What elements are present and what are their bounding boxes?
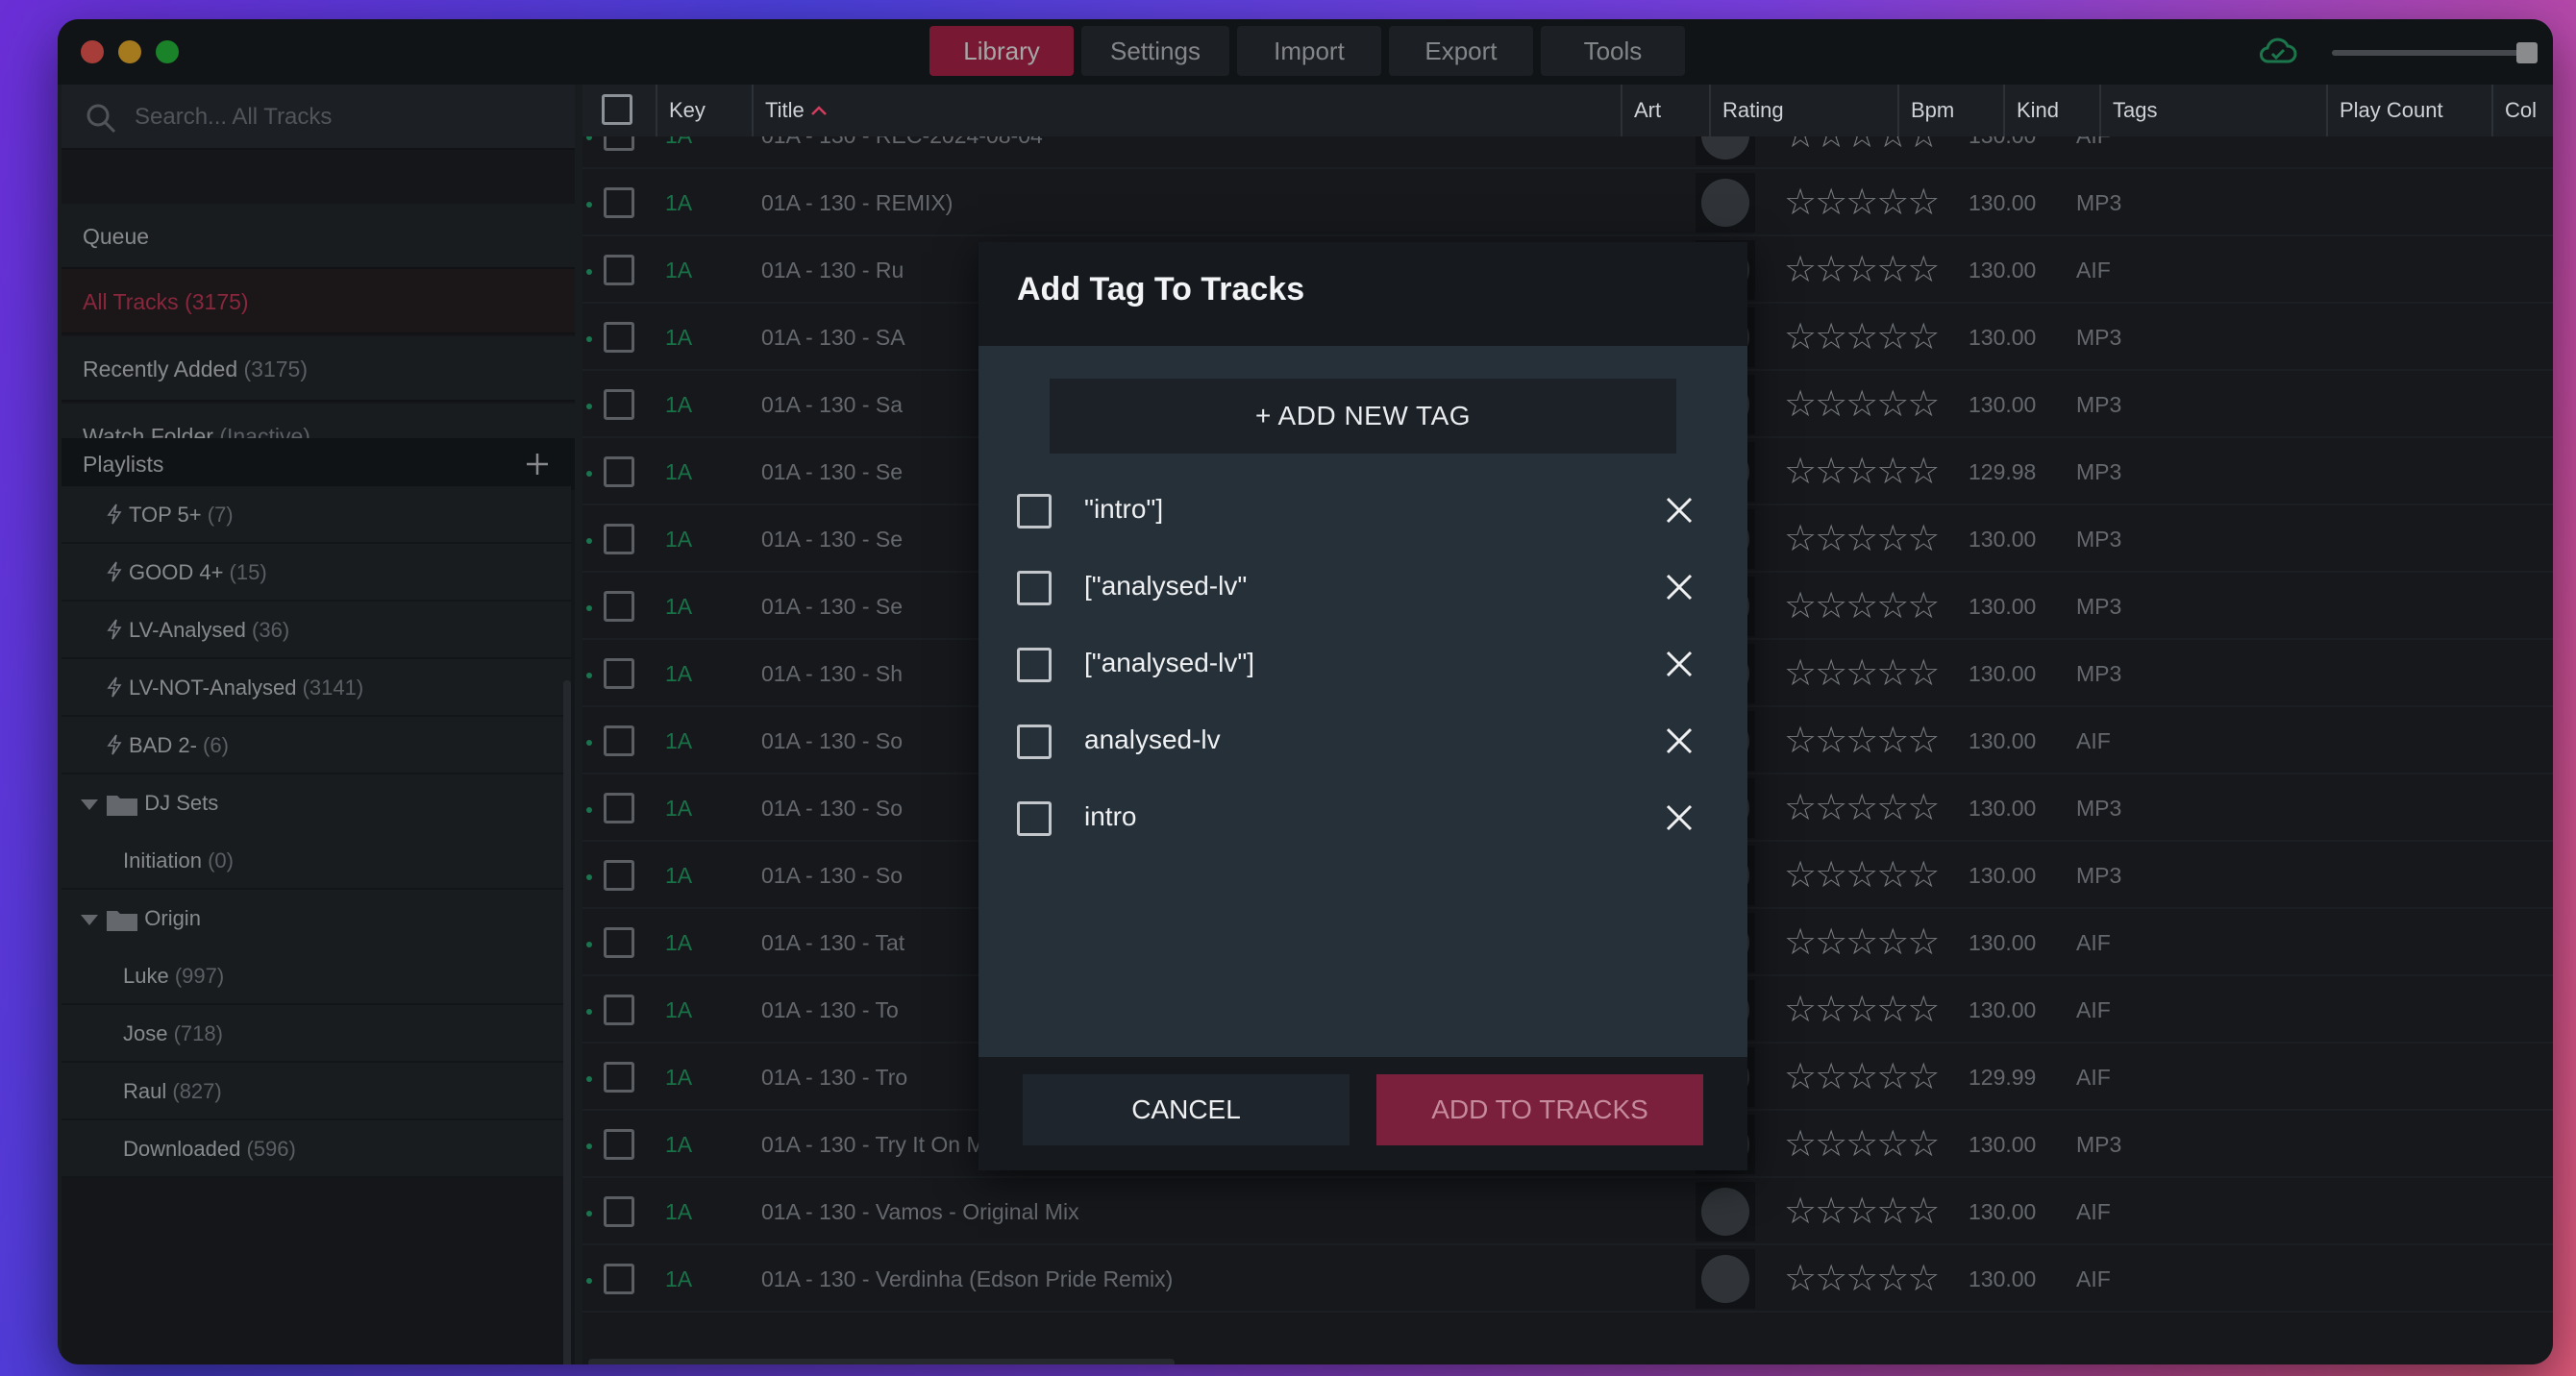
tag-option[interactable]: analysed-lv [1017,711,1709,769]
select-all-checkbox[interactable] [602,94,632,125]
column-kind[interactable]: Kind [2005,85,2101,136]
tag-label: ["analysed-lv"] [1084,648,1255,677]
dialog-footer: CANCEL ADD TO TRACKS [978,1057,1747,1170]
select-all-cell [582,85,657,136]
dialog-title: Add Tag To Tracks [1017,271,1305,307]
delete-tag-icon[interactable] [1663,648,1696,680]
tag-checkbox[interactable] [1017,725,1052,759]
dialog-header: Add Tag To Tracks [978,242,1747,346]
add-to-tracks-button[interactable]: ADD TO TRACKS [1376,1074,1703,1145]
app-window: Library Settings Import Export Tools Sea… [58,19,2553,1364]
dialog-body: + ADD NEW TAG "intro"] ["analysed-lv" ["an… [978,346,1747,1057]
column-rating[interactable]: Rating [1711,85,1899,136]
column-title-label: Title [765,98,805,122]
tag-checkbox[interactable] [1017,648,1052,682]
column-key[interactable]: Key [657,85,754,136]
column-col[interactable]: Col [2493,85,2553,136]
cancel-button[interactable]: CANCEL [1023,1074,1350,1145]
tag-checkbox[interactable] [1017,801,1052,836]
delete-tag-icon[interactable] [1663,494,1696,527]
tag-label: "intro"] [1084,494,1164,524]
column-bpm[interactable]: Bpm [1899,85,2005,136]
tag-option[interactable]: "intro"] [1017,480,1709,538]
add-tag-dialog: Add Tag To Tracks + ADD NEW TAG "intro"]… [978,242,1747,1170]
tag-label: ["analysed-lv" [1084,571,1248,601]
tag-label: intro [1084,801,1137,831]
tag-checkbox[interactable] [1017,494,1052,528]
delete-tag-icon[interactable] [1663,801,1696,834]
tag-option[interactable]: intro [1017,788,1709,846]
sort-ascending-icon [810,106,827,115]
tag-option[interactable]: ["analysed-lv" [1017,557,1709,615]
column-tags[interactable]: Tags [2101,85,2328,136]
tag-label: analysed-lv [1084,725,1221,754]
column-title[interactable]: Title [754,85,1622,136]
column-art[interactable]: Art [1622,85,1711,136]
delete-tag-icon[interactable] [1663,725,1696,757]
tag-checkbox[interactable] [1017,571,1052,605]
table-header: Key Title Art Rating Bpm Kind Tags Play … [582,85,2553,136]
add-new-tag-button[interactable]: + ADD NEW TAG [1050,379,1676,454]
tag-option[interactable]: ["analysed-lv"] [1017,634,1709,692]
delete-tag-icon[interactable] [1663,571,1696,603]
column-play-count[interactable]: Play Count [2328,85,2493,136]
